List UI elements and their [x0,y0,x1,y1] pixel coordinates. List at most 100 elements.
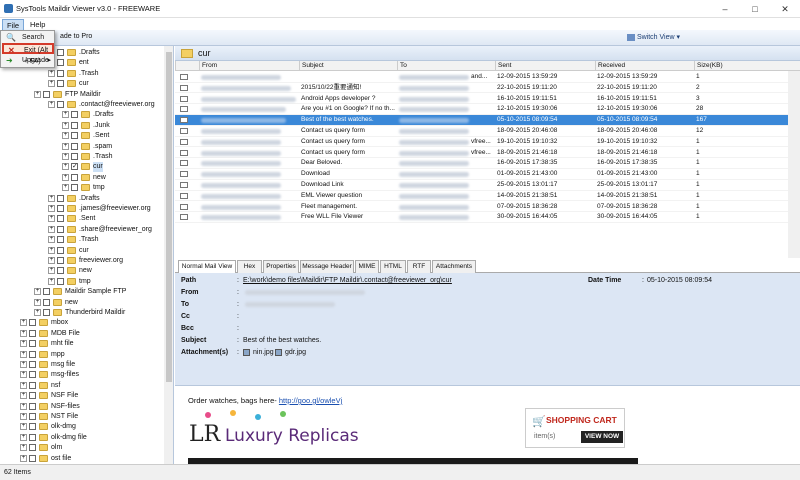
tree-item[interactable]: + .james@freeviewer.org [0,204,164,214]
tree-item[interactable]: + MDB File [0,329,164,339]
tab-properties[interactable]: Properties [263,260,299,273]
expand-toggle[interactable]: + [20,371,27,379]
tree-checkbox[interactable] [57,246,64,254]
expand-toggle[interactable]: + [20,329,27,337]
expand-toggle[interactable]: + [34,309,41,316]
table-row[interactable]: Download Link 25-09-2015 13:01:17 25-09-20… [175,180,800,191]
tree-checkbox[interactable] [57,49,64,56]
expand-toggle[interactable]: + [34,298,41,306]
tree-item[interactable]: + cur [0,246,164,256]
tree-checkbox[interactable] [57,69,64,77]
path-value[interactable]: E:\work\demo files\Maildir\FTP Maildir\.… [243,275,452,286]
table-row[interactable]: Contact us query form vfree... 18-09-2015 … [175,148,800,159]
tree-item[interactable]: + olk-dmg file [0,433,164,443]
tree-checkbox[interactable] [71,132,78,140]
tree-checkbox[interactable] [71,173,78,181]
tree-checkbox[interactable] [43,90,50,98]
tree-item[interactable]: + olm [0,443,164,453]
close-window-button[interactable]: ✕ [770,0,800,18]
tree-item[interactable]: + Maildir Sample FTP [0,287,164,297]
tree-checkbox[interactable] [29,371,36,379]
expand-toggle[interactable]: + [62,111,69,119]
table-row[interactable]: 2015/10/22重要通知! 22-10-2015 19:11:20 22-10-… [175,83,800,94]
tree-item[interactable]: + tmp [0,183,164,193]
tree-item[interactable]: + .contact@freeviewer.org [0,100,164,110]
tab-html[interactable]: HTML [380,260,406,273]
tree-checkbox[interactable] [57,225,64,233]
tree-checkbox[interactable] [57,267,64,275]
tree-item[interactable]: + .Drafts [0,194,164,204]
expand-toggle[interactable]: + [20,350,27,358]
tree-checkbox[interactable] [57,257,64,264]
column-received[interactable]: Received [595,61,694,71]
tree-item[interactable]: + FTP Maildir [0,90,164,100]
tree-checkbox[interactable] [71,153,78,160]
expand-toggle[interactable]: + [62,142,69,150]
tree-checkbox[interactable] [29,340,36,348]
tree-item[interactable]: + NST File [0,412,164,422]
tab-hex[interactable]: Hex [237,260,262,273]
tree-scrollbar[interactable] [164,46,173,464]
tree-checkbox[interactable] [43,288,50,296]
table-row[interactable]: Free WLL File Viewer 30-09-2015 16:44:05 3… [175,212,800,224]
expand-toggle[interactable]: + [48,194,55,202]
tree-checkbox[interactable] [57,236,64,244]
expand-toggle[interactable]: + [48,246,55,254]
menu-item-exit[interactable]: ✕ Exit (Alt + F4) [2,43,54,65]
attachment-2[interactable]: gdr.jpg [285,347,306,358]
expand-toggle[interactable]: + [48,225,55,233]
expand-toggle[interactable]: + [48,236,55,244]
tree-item[interactable]: + .share@freeviewer_org [0,225,164,235]
column-sent[interactable]: Sent [495,61,595,71]
tree-item[interactable]: + Thunderbird Maildir [0,308,164,318]
tree-checkbox[interactable] [71,184,78,192]
expand-toggle[interactable]: + [48,80,55,88]
switch-view-button[interactable]: Switch View ▾ [627,33,680,41]
tab-attachments[interactable]: Attachments [432,260,476,273]
tree-item[interactable]: + .Trash [0,235,164,245]
table-row[interactable]: EML Viewer question 14-09-2015 21:38:51 14… [175,191,800,202]
tree-item[interactable]: + .spam [0,142,164,152]
table-row[interactable]: and... 12-09-2015 13:59:29 12-09-2015 13:5… [175,72,800,83]
table-row[interactable]: Download 01-09-2015 21:43:00 01-09-2015 21… [175,169,800,180]
expand-toggle[interactable]: + [20,402,27,410]
tree-item[interactable]: + freeviewer.org [0,256,164,266]
tree-checkbox[interactable] [43,309,50,316]
tree-item[interactable]: + msg-files [0,370,164,380]
tree-checkbox[interactable] [57,80,64,88]
upgrade-pro-button[interactable]: ade to Pro [60,33,92,40]
tree-checkbox[interactable] [57,194,64,202]
expand-toggle[interactable]: + [20,340,27,348]
expand-toggle[interactable]: + [62,132,69,140]
table-row[interactable]: Best of the best watches. 05-10-2015 08:0… [175,115,800,126]
tree-item[interactable]: + tmp [0,277,164,287]
expand-toggle[interactable]: + [48,205,55,212]
table-row[interactable]: Contact us query form 18-09-2015 20:46:08… [175,126,800,137]
tree-checkbox[interactable] [29,454,36,462]
tree-item[interactable]: + nsf [0,381,164,391]
expand-toggle[interactable]: + [20,413,27,420]
table-row[interactable]: Dear Beloved. 16-09-2015 17:38:35 16-09-20… [175,158,800,170]
column-size[interactable]: Size(KB) [694,61,788,71]
tree-checkbox[interactable] [29,381,36,389]
tab-normal-mail-view[interactable]: Normal Mail View [178,260,236,274]
expand-toggle[interactable]: + [20,454,27,462]
column-subject[interactable]: Subject [299,61,397,71]
tree-item[interactable]: + mpp [0,350,164,360]
tree-checkbox[interactable] [29,423,36,431]
expand-toggle[interactable]: + [34,90,41,98]
expand-toggle[interactable]: + [20,392,27,400]
tree-item[interactable]: + mht file [0,339,164,349]
expand-toggle[interactable]: + [62,121,69,129]
maximize-button[interactable]: □ [740,0,770,18]
tab-mime[interactable]: MIME [355,260,379,273]
menu-help[interactable]: Help [26,19,49,30]
tree-item[interactable]: + .Trash [0,152,164,162]
tree-item[interactable]: + cur [0,79,164,89]
tree-item[interactable]: + olk-dmg [0,422,164,432]
expand-toggle[interactable]: + [62,163,69,171]
tree-item[interactable]: + new [0,298,164,308]
tree-checkbox[interactable] [57,205,64,212]
tree-checkbox[interactable] [71,111,78,119]
attachment-column-header[interactable] [175,61,199,71]
